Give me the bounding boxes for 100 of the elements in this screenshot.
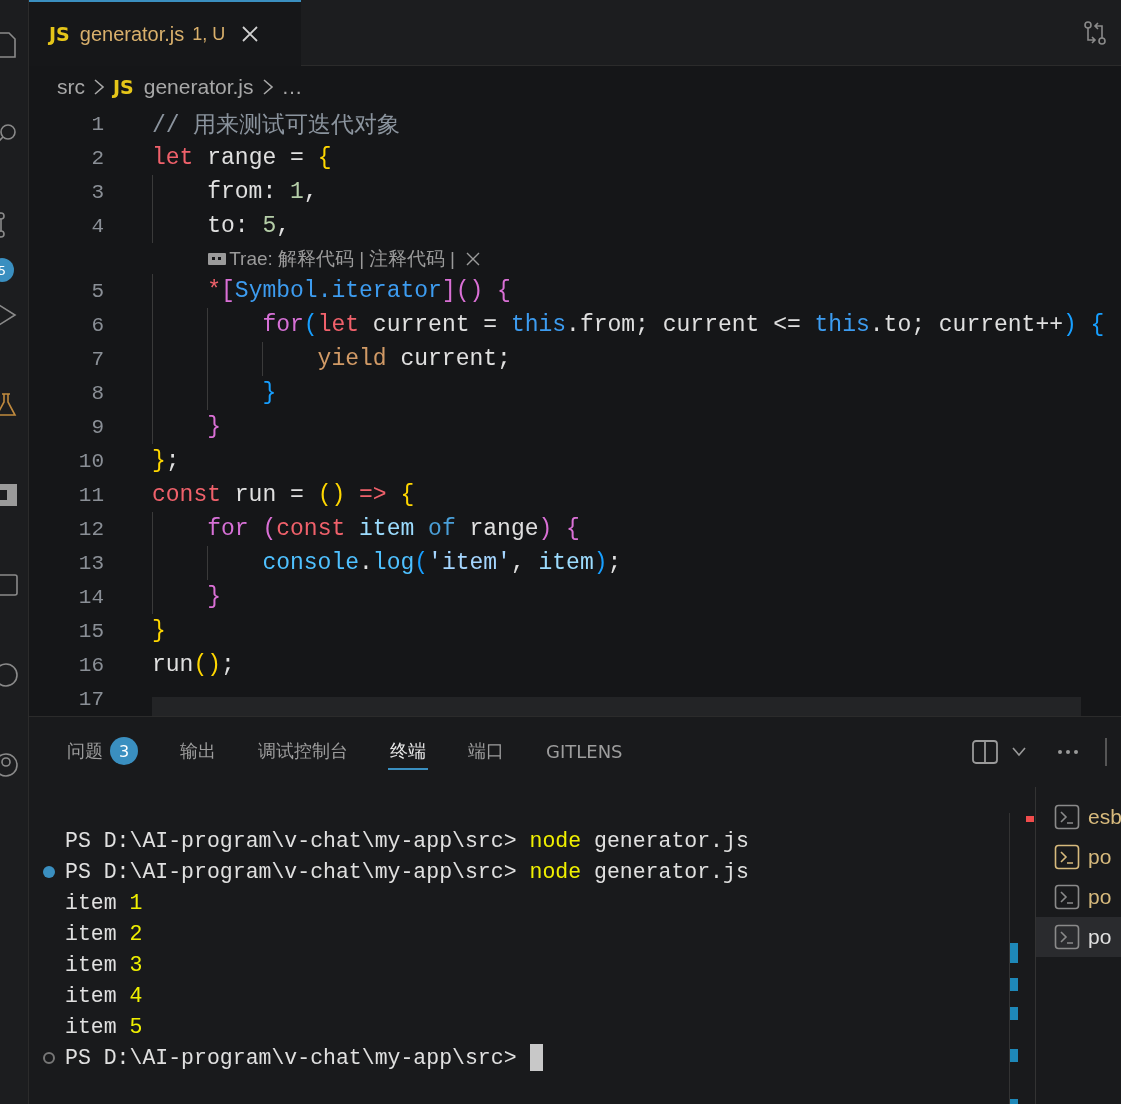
terminal-name: po bbox=[1088, 925, 1112, 949]
code-token: () bbox=[193, 652, 222, 678]
panel-tab[interactable]: 终端 bbox=[388, 734, 428, 770]
code-token: yield bbox=[317, 346, 387, 372]
terminal-text: item bbox=[65, 1014, 118, 1039]
terminal-text: PS D:\AI-program\v-chat\my-app\src> bbox=[65, 828, 518, 853]
code-token: Symbol.iterator bbox=[234, 278, 442, 304]
person-icon[interactable] bbox=[0, 750, 21, 780]
terminal-text: node bbox=[529, 859, 582, 884]
code-token: .to; current++ bbox=[869, 312, 1063, 338]
terminal-text: item bbox=[65, 983, 118, 1008]
breadcrumb-item[interactable]: src bbox=[57, 74, 85, 99]
code-token: } bbox=[152, 448, 166, 474]
file-type-icon: JS bbox=[49, 23, 70, 45]
panel-tab[interactable]: 调试控制台 bbox=[256, 734, 350, 770]
line-number: 1 bbox=[90, 112, 104, 136]
terminal-text: 5 bbox=[129, 1014, 143, 1039]
code-token: 1 bbox=[290, 179, 304, 205]
codelens-separator: | bbox=[359, 247, 365, 270]
code-token: current; bbox=[399, 346, 511, 372]
code-token: } bbox=[262, 380, 277, 406]
code-token: item bbox=[538, 550, 594, 576]
line-number: 15 bbox=[77, 619, 104, 643]
panel-tab[interactable]: 问题 3 bbox=[65, 734, 140, 770]
terminal-text: node bbox=[529, 828, 582, 853]
terminal-item[interactable]: po bbox=[1036, 877, 1121, 917]
compare-changes-icon[interactable] bbox=[1081, 18, 1109, 47]
code-token: from: bbox=[207, 179, 278, 205]
codelens-action[interactable]: 注释代码 bbox=[369, 245, 446, 272]
breadcrumb-item[interactable]: … bbox=[281, 74, 303, 99]
terminal-item[interactable]: esb bbox=[1036, 797, 1121, 837]
codelens-action[interactable]: 解释代码 bbox=[278, 245, 355, 272]
panel-tab[interactable]: 输出 bbox=[178, 734, 218, 770]
line-number: 11 bbox=[77, 483, 104, 507]
breadcrumb-item[interactable]: generator.js bbox=[143, 74, 254, 99]
line-number: 3 bbox=[90, 180, 104, 204]
tab-label: 问题 bbox=[67, 739, 103, 763]
code-token: run = bbox=[233, 482, 305, 508]
code-token: ) bbox=[593, 550, 608, 576]
code-token: ( bbox=[262, 516, 277, 542]
line-number: 4 bbox=[90, 214, 104, 238]
more-icon[interactable] bbox=[1057, 749, 1079, 755]
terminal-text: 4 bbox=[129, 983, 143, 1008]
code-token: { bbox=[400, 482, 415, 508]
code-token: } bbox=[207, 584, 221, 610]
terminal-text: 2 bbox=[129, 921, 143, 946]
code-token: 'item' bbox=[428, 550, 511, 576]
panel-tab[interactable]: GITLENS bbox=[544, 734, 625, 770]
editor-tab[interactable]: JS generator.js 1, U bbox=[29, 0, 301, 66]
code-token: console bbox=[262, 550, 360, 576]
codelens-label: Trae: bbox=[229, 247, 274, 270]
code-token: , bbox=[510, 550, 526, 576]
terminal-name: esb bbox=[1088, 805, 1121, 829]
close-icon[interactable] bbox=[465, 250, 481, 267]
code-token: } bbox=[152, 618, 166, 644]
code-token: , bbox=[303, 179, 318, 205]
line-number: 6 bbox=[90, 313, 104, 337]
code-token: .from; current <= bbox=[566, 312, 802, 338]
code-token: let bbox=[152, 145, 194, 171]
line-number: 7 bbox=[90, 347, 104, 371]
terminal-text: PS D:\AI-program\v-chat\my-app\src> bbox=[65, 859, 518, 884]
line-number: 10 bbox=[77, 449, 104, 473]
code-token: range = bbox=[206, 145, 305, 171]
code-token: current = bbox=[371, 312, 499, 338]
line-number: 16 bbox=[77, 653, 104, 677]
code-token: ) { bbox=[538, 516, 580, 542]
code-token: 5 bbox=[262, 213, 277, 239]
count-badge: 3 bbox=[110, 737, 138, 765]
line-number: 5 bbox=[90, 279, 104, 303]
terminal-item[interactable]: po bbox=[1036, 837, 1121, 877]
chat-icon bbox=[207, 251, 228, 266]
tab-title: generator.js bbox=[79, 22, 185, 46]
terminal-name: po bbox=[1088, 845, 1112, 869]
chevron-down-icon[interactable] bbox=[1011, 746, 1027, 758]
code-token: } bbox=[207, 414, 221, 440]
line-number: 13 bbox=[77, 551, 104, 575]
code-token: for bbox=[262, 312, 304, 338]
code-token: run bbox=[152, 652, 194, 678]
code-token: this bbox=[510, 312, 567, 338]
code-token: // 用来测试可迭代对象 bbox=[152, 111, 401, 140]
terminal-text: PS D:\AI-program\v-chat\my-app\src> bbox=[65, 1045, 518, 1070]
code-token: item bbox=[359, 516, 416, 542]
code-token: const bbox=[276, 516, 347, 542]
panel-tab[interactable]: 端口 bbox=[466, 734, 506, 770]
terminal-text: generator.js bbox=[593, 859, 749, 884]
command-status-dot[interactable] bbox=[43, 865, 55, 878]
code-token: to: bbox=[207, 213, 250, 239]
terminal-text: item bbox=[65, 952, 118, 977]
terminal-item[interactable]: po bbox=[1036, 917, 1121, 957]
code-token: for bbox=[207, 516, 250, 542]
terminal-text: generator.js bbox=[593, 828, 749, 853]
codelens-separator: | bbox=[450, 247, 455, 270]
code-token: ]() { bbox=[441, 278, 511, 304]
problem-status: 1, U bbox=[192, 23, 226, 45]
command-status-dot[interactable] bbox=[43, 1051, 55, 1064]
code-token: ; bbox=[165, 448, 180, 474]
line-number: 12 bbox=[77, 517, 104, 541]
split-layout-icon[interactable] bbox=[971, 739, 999, 765]
line-number: 2 bbox=[90, 146, 104, 170]
code-token: range bbox=[468, 516, 539, 542]
